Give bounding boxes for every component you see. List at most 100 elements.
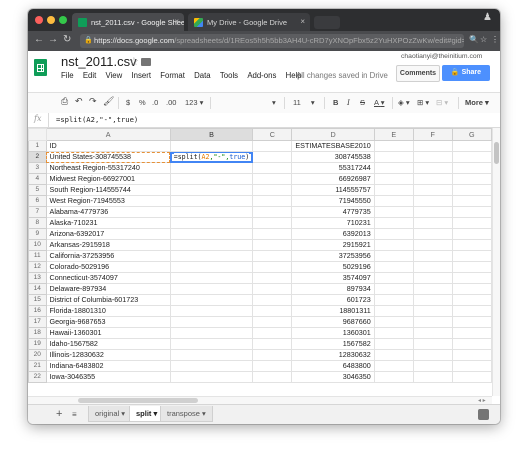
cell-g[interactable] [451, 140, 492, 152]
zoom-icon[interactable]: 🔍 [469, 35, 479, 44]
cell-e[interactable] [373, 228, 414, 240]
column-header-d[interactable]: D [291, 128, 375, 141]
cell-b[interactable] [169, 217, 254, 229]
cell-b[interactable] [169, 283, 254, 295]
italic-button[interactable]: I [347, 98, 350, 107]
cell-e[interactable] [373, 151, 414, 163]
cell-g[interactable] [451, 162, 492, 174]
increase-decimal-button[interactable]: .00 [166, 98, 176, 107]
menu-file[interactable]: File [61, 71, 74, 80]
cell-b[interactable] [169, 250, 254, 262]
cell-g[interactable] [451, 184, 492, 196]
cell-c[interactable] [252, 349, 293, 361]
minimize-window-button[interactable] [47, 16, 55, 24]
cell-f[interactable] [412, 151, 453, 163]
cell-f[interactable] [412, 371, 453, 383]
row-header[interactable]: 7 [28, 206, 47, 218]
cell-c[interactable] [252, 272, 293, 284]
column-header-a[interactable]: A [45, 128, 171, 141]
cell-g[interactable] [451, 294, 492, 306]
row-header[interactable]: 20 [28, 349, 47, 361]
spreadsheet-grid[interactable]: A B C D E F G 1 ID ESTIMATESBASE2010 2 Unite… [28, 128, 492, 396]
all-sheets-icon[interactable]: ≡ [72, 410, 77, 419]
cell-f[interactable] [412, 360, 453, 372]
cell-e[interactable] [373, 360, 414, 372]
cell-d[interactable]: 12830632 [291, 349, 375, 361]
row-header[interactable]: 17 [28, 316, 47, 328]
cell-e[interactable] [373, 195, 414, 207]
cell-a[interactable]: Hawaii-1360301 [45, 327, 171, 339]
cell-d[interactable]: 6392013 [291, 228, 375, 240]
cell-c[interactable] [252, 140, 293, 152]
column-header-c[interactable]: C [252, 128, 293, 141]
row-header[interactable]: 6 [28, 195, 47, 207]
cell-e[interactable] [373, 316, 414, 328]
percent-format-button[interactable]: % [139, 98, 146, 107]
row-header[interactable]: 16 [28, 305, 47, 317]
bookmark-star-icon[interactable]: ☆ [480, 35, 487, 44]
cell-c[interactable] [252, 151, 293, 163]
cell-e[interactable] [373, 173, 414, 185]
cell-c[interactable] [252, 305, 293, 317]
menu-edit[interactable]: Edit [83, 71, 96, 80]
decrease-decimal-button[interactable]: .0 [152, 98, 158, 107]
font-family-dropdown[interactable]: ▾ [272, 98, 276, 107]
cell-e[interactable] [373, 338, 414, 350]
cell-g[interactable] [451, 316, 492, 328]
sheet-tab-transpose[interactable]: transpose ▾ [160, 406, 213, 422]
back-icon[interactable]: ← [34, 34, 44, 45]
cell-f[interactable] [412, 239, 453, 251]
cell-d[interactable]: 71945550 [291, 195, 375, 207]
row-header[interactable]: 12 [28, 261, 47, 273]
cell-c[interactable] [252, 360, 293, 372]
row-header[interactable]: 19 [28, 338, 47, 350]
row-header[interactable]: 4 [28, 173, 47, 185]
sheet-tab-original[interactable]: original ▾ [88, 406, 133, 422]
row-header[interactable]: 13 [28, 272, 47, 284]
select-all-corner[interactable] [28, 128, 47, 141]
cell-a[interactable]: Alaska-710231 [45, 217, 171, 229]
cell-c[interactable] [252, 261, 293, 273]
cell-d[interactable]: 55317244 [291, 162, 375, 174]
cell-e[interactable] [373, 206, 414, 218]
cell-d[interactable]: 2915921 [291, 239, 375, 251]
cell-e[interactable] [373, 294, 414, 306]
column-header-f[interactable]: F [412, 128, 453, 141]
column-header-e[interactable]: E [373, 128, 414, 141]
redo-icon[interactable]: ↷ [89, 96, 97, 107]
cell-e[interactable] [373, 327, 414, 339]
cell-d[interactable]: 710231 [291, 217, 375, 229]
paint-format-icon[interactable]: 🖌 [103, 96, 114, 107]
cell-b[interactable] [169, 272, 254, 284]
cell-c[interactable] [252, 239, 293, 251]
cell-c[interactable] [252, 162, 293, 174]
row-header[interactable]: 2 [28, 151, 47, 163]
cell-g[interactable] [451, 173, 492, 185]
cell-e[interactable] [373, 250, 414, 262]
cell-b[interactable] [169, 261, 254, 273]
cell-d[interactable]: 3046350 [291, 371, 375, 383]
cell-c[interactable] [252, 283, 293, 295]
cell-editor[interactable]: =split(A2,"-",true) [173, 153, 250, 161]
cell-f[interactable] [412, 327, 453, 339]
sheets-logo-icon[interactable] [34, 59, 47, 76]
cell-g[interactable] [451, 239, 492, 251]
cell-b[interactable] [169, 349, 254, 361]
profile-icon[interactable]: ♟ [483, 12, 492, 23]
cell-e[interactable] [373, 261, 414, 273]
cell-a[interactable]: Midwest Region-66927001 [45, 173, 171, 185]
cell-g[interactable] [451, 305, 492, 317]
cell-d[interactable]: 308745538 [291, 151, 375, 163]
cell-d[interactable]: 4779735 [291, 206, 375, 218]
cell-f[interactable] [412, 206, 453, 218]
cell-b[interactable] [169, 294, 254, 306]
cell-b[interactable] [169, 338, 254, 350]
cell-a[interactable]: United States-308745538 [45, 151, 171, 163]
menu-data[interactable]: Data [194, 71, 210, 80]
cell-b[interactable] [169, 239, 254, 251]
cell-b[interactable] [169, 140, 254, 152]
cell-a[interactable]: Georgia-9687653 [45, 316, 171, 328]
cell-a[interactable]: Idaho-1567582 [45, 338, 171, 350]
cell-g[interactable] [451, 228, 492, 240]
cell-a[interactable]: Northeast Region-55317240 [45, 162, 171, 174]
